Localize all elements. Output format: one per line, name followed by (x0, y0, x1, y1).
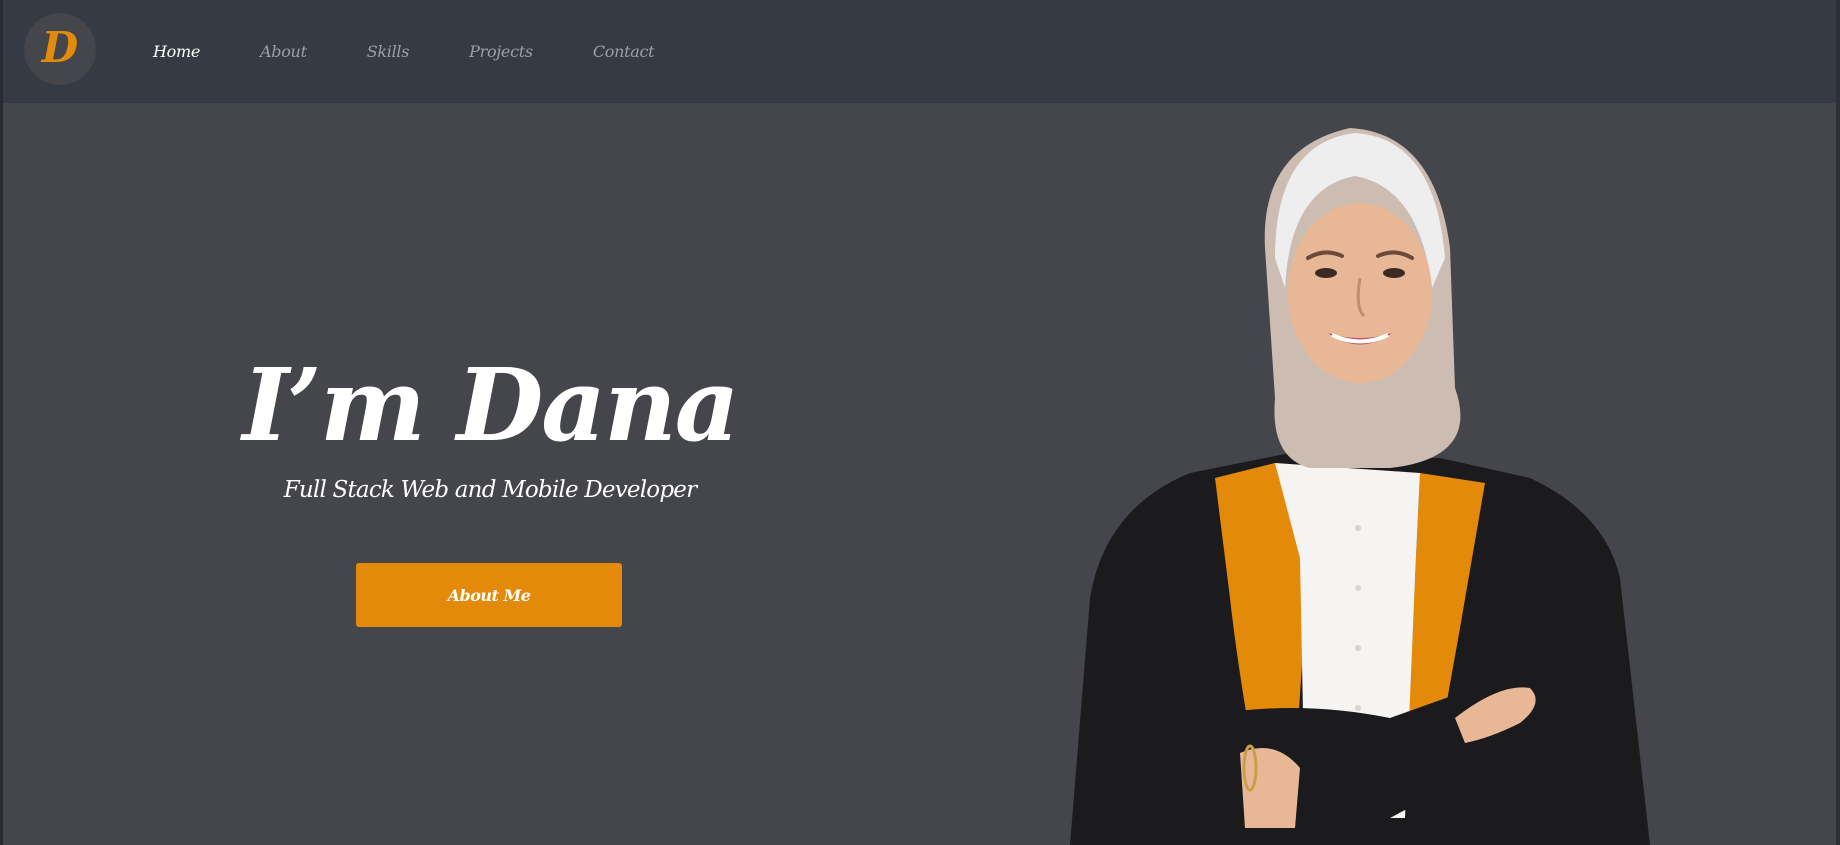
nav-item-about[interactable]: About (260, 42, 307, 61)
nav-item-skills[interactable]: Skills (367, 42, 410, 61)
scrollbar[interactable] (1836, 0, 1840, 845)
hero-section: I’m Dana Full Stack Web and Mobile Devel… (230, 355, 750, 503)
left-window-edge (0, 0, 3, 845)
portfolio-page: D Home About Skills Projects Contact I’m… (0, 0, 1840, 845)
portrait-photo (1070, 128, 1650, 845)
hero-subtitle: Full Stack Web and Mobile Developer (283, 477, 697, 503)
nav-links: Home About Skills Projects Contact (153, 0, 714, 103)
hero-title: I’m Dana (242, 346, 739, 464)
logo-letter: D (41, 23, 79, 72)
nav-item-home[interactable]: Home (153, 42, 200, 61)
logo[interactable]: D (24, 13, 96, 85)
navbar: D Home About Skills Projects Contact (3, 0, 1836, 103)
nav-item-contact[interactable]: Contact (593, 42, 655, 61)
about-me-button[interactable]: About Me (356, 563, 622, 627)
face (1288, 203, 1432, 383)
nav-item-projects[interactable]: Projects (469, 42, 533, 61)
